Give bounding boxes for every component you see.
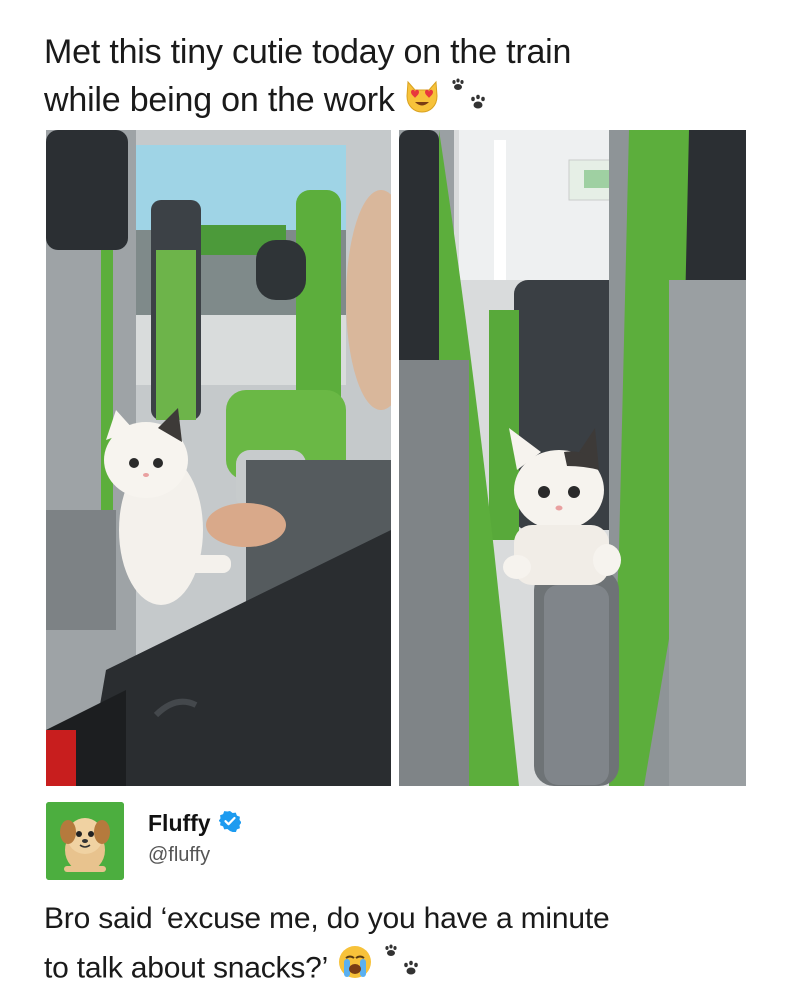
caption-line-2-text: while being on the work xyxy=(44,81,395,119)
post-text-line-2: to talk about snacks?’ xyxy=(44,943,764,996)
author-row: Fluffy xyxy=(148,810,242,837)
crying-face-icon xyxy=(336,943,374,996)
post-text-line-2-text: to talk about snacks?’ xyxy=(44,951,329,985)
post-text-line-1: Bro said ‘excuse me, do you have a minut… xyxy=(44,902,610,935)
kitten-on-tray-table-photo[interactable] xyxy=(46,130,391,786)
author-name[interactable]: Fluffy xyxy=(148,810,211,837)
post-text: Bro said ‘excuse me, do you have a minut… xyxy=(44,895,764,996)
paw-prints-icon xyxy=(382,944,426,995)
post-caption: Met this tiny cutie today on the train w… xyxy=(44,28,764,127)
heart-eyes-cat-icon xyxy=(403,78,441,127)
puppy-avatar-icon xyxy=(46,802,124,880)
kitten-between-seats-photo[interactable] xyxy=(399,130,746,786)
photo-collage xyxy=(46,130,746,786)
caption-line-1: Met this tiny cutie today on the train xyxy=(44,33,572,71)
caption-line-2: while being on the work xyxy=(44,76,764,127)
quoted-post[interactable]: Fluffy @fluffy xyxy=(46,802,746,882)
author-handle[interactable]: @fluffy xyxy=(148,844,210,867)
verified-badge-icon xyxy=(218,810,242,837)
paw-prints-icon xyxy=(449,78,493,127)
avatar[interactable] xyxy=(46,802,124,880)
